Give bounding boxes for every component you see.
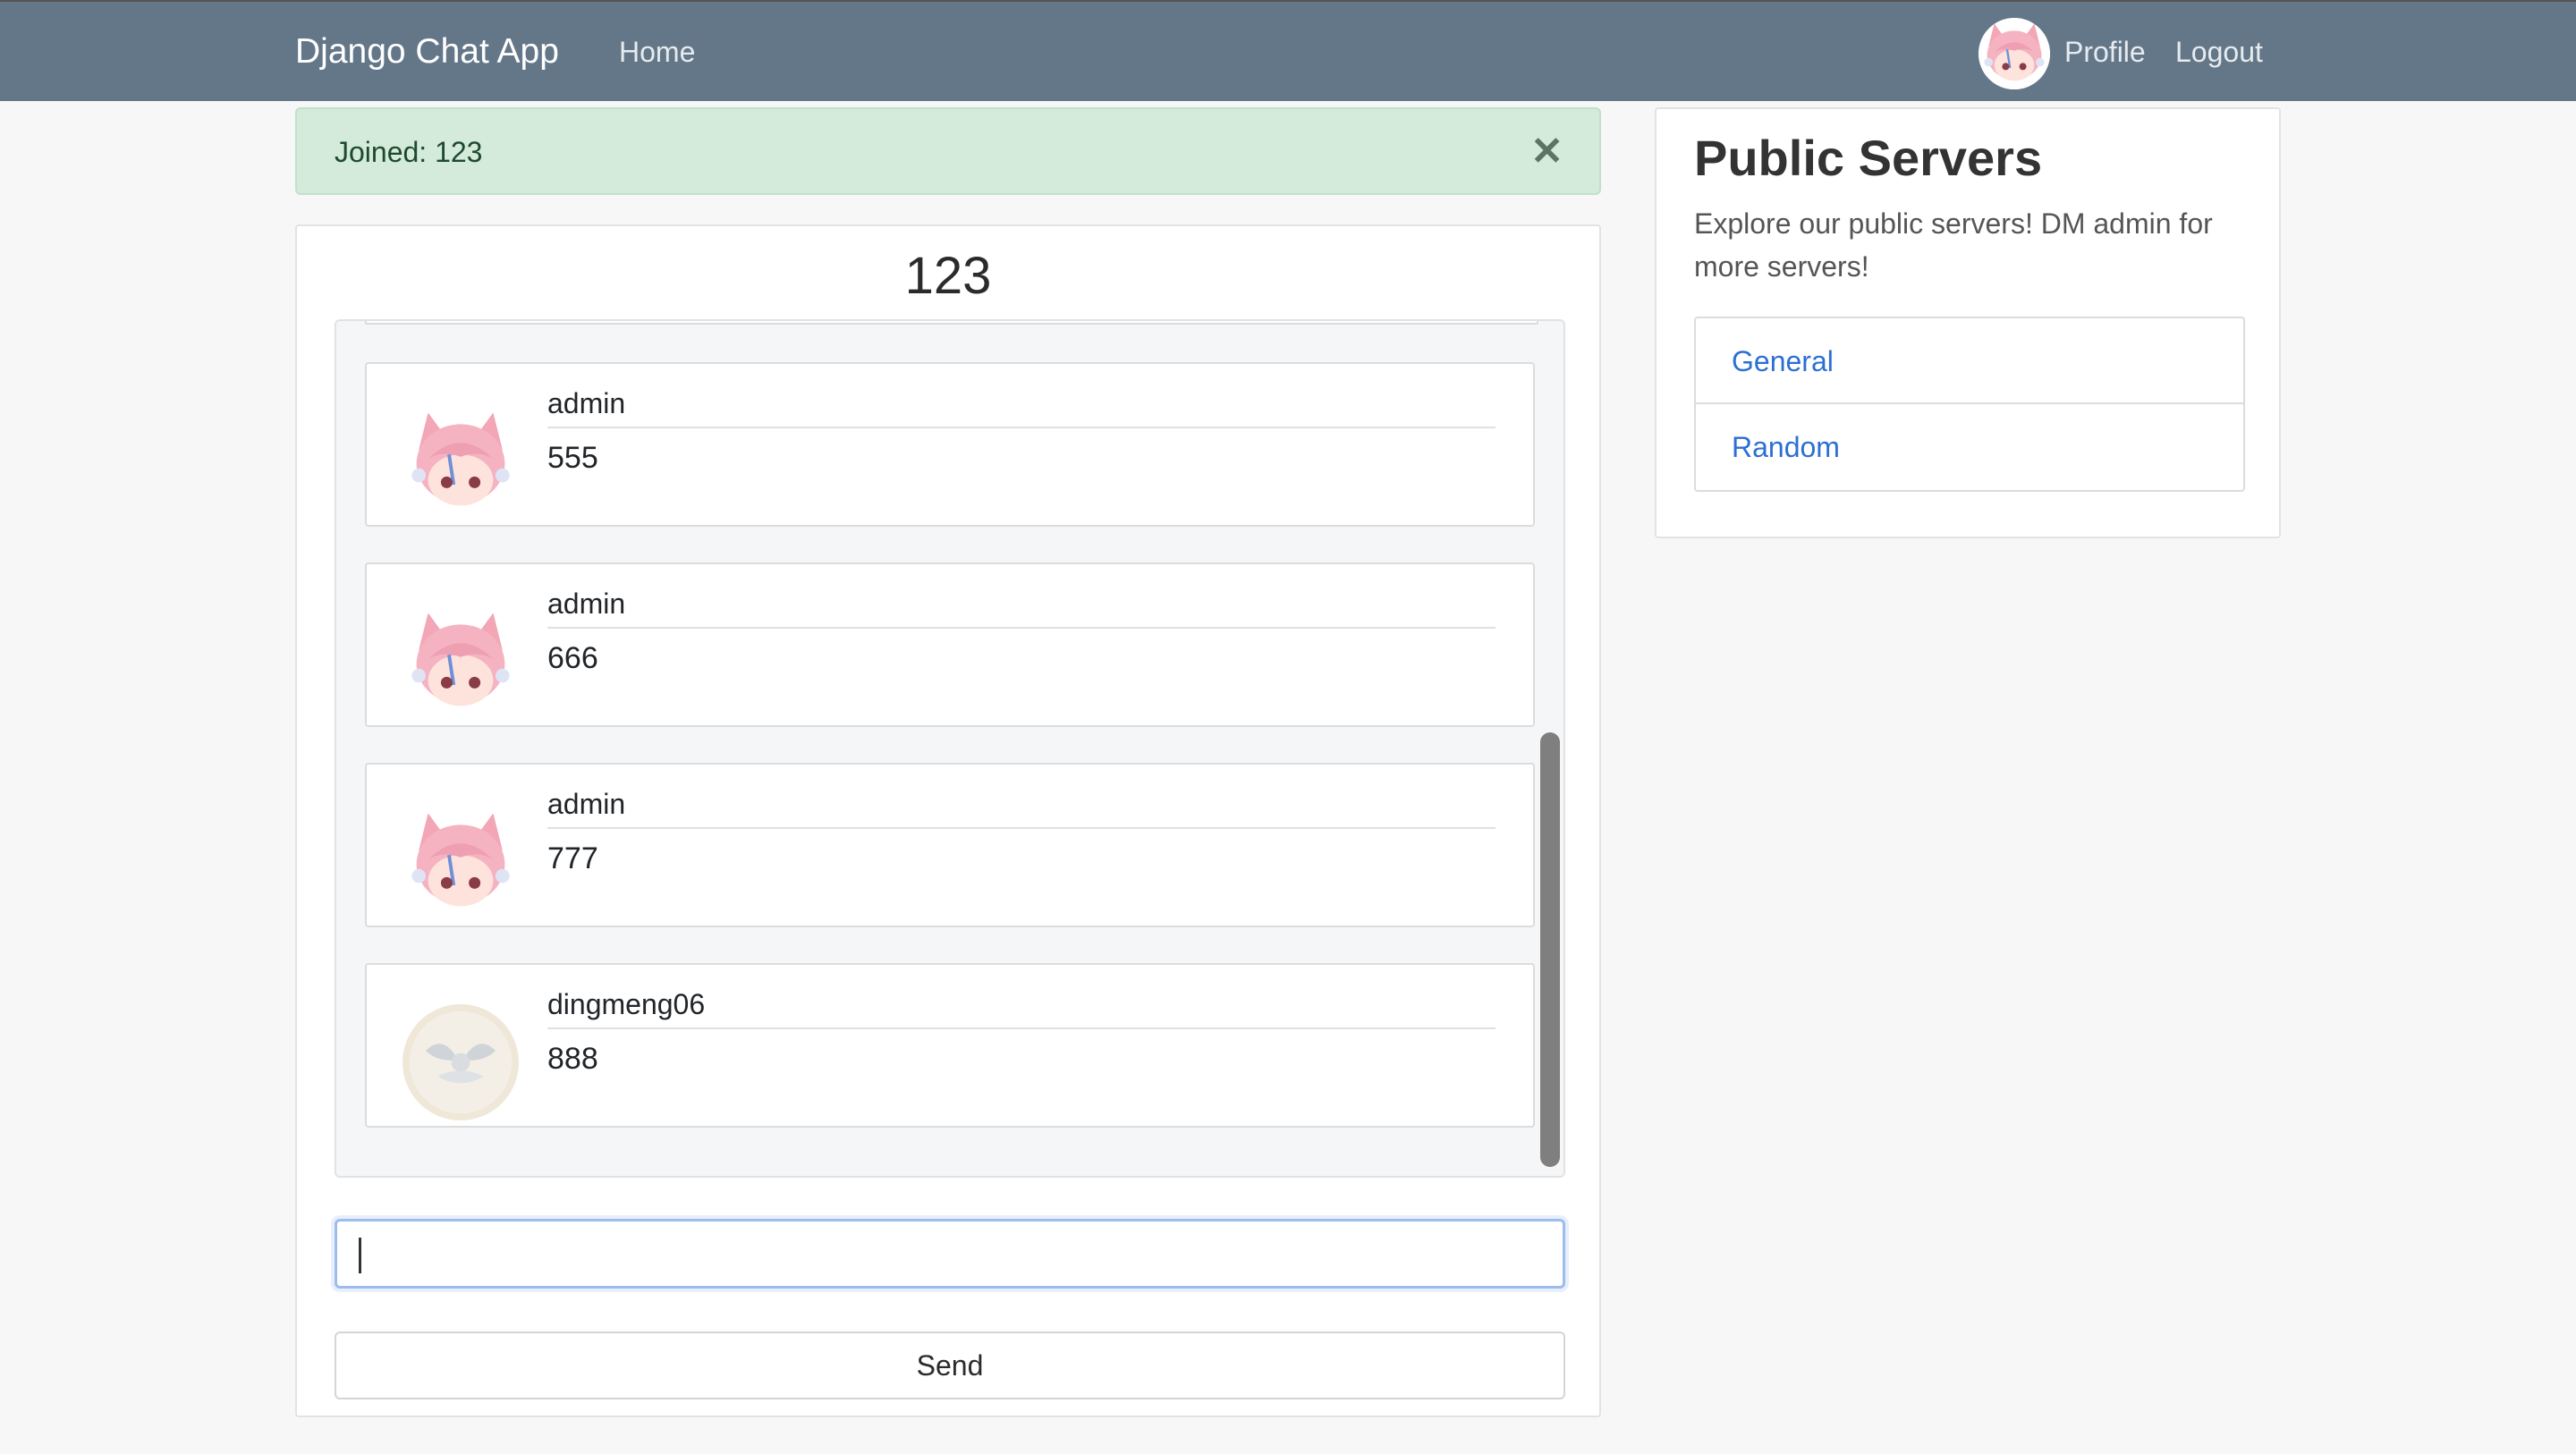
server-link[interactable]: General: [1732, 345, 1834, 378]
text-caret: [359, 1238, 361, 1273]
brand-logo[interactable]: Django Chat App: [295, 32, 559, 72]
close-icon[interactable]: ✕: [1530, 129, 1563, 174]
message-item: admin 555: [365, 362, 1535, 527]
anime-cat-girl-avatar-icon: [402, 403, 519, 520]
anime-cat-girl-avatar-icon: [402, 604, 519, 720]
user-avatar: [402, 403, 519, 520]
message-text: 666: [547, 641, 598, 675]
message-username: admin: [547, 588, 626, 620]
nav-home-link[interactable]: Home: [619, 36, 695, 69]
server-item-random[interactable]: Random: [1696, 404, 2243, 490]
divider: [547, 827, 1496, 829]
user-avatar: [402, 1004, 519, 1120]
divider: [547, 1027, 1496, 1029]
avatar[interactable]: [1979, 18, 2050, 89]
alert-message: Joined: 123: [335, 136, 483, 168]
divider: [547, 627, 1496, 629]
server-item-general[interactable]: General: [1696, 318, 2243, 404]
message-list[interactable]: admin 555 admin 666 admin 777 dingmeng06: [335, 319, 1565, 1178]
server-link[interactable]: Random: [1732, 431, 1840, 464]
servers-title: Public Servers: [1694, 130, 2043, 186]
message-input[interactable]: [335, 1219, 1565, 1289]
message-text: 777: [547, 841, 598, 875]
server-list: General Random: [1694, 317, 2245, 492]
message-item: admin 666: [365, 562, 1535, 727]
message-username: dingmeng06: [547, 988, 706, 1020]
user-avatar: [402, 604, 519, 720]
message-item: dingmeng06 888: [365, 963, 1535, 1128]
nav-logout-link[interactable]: Logout: [2175, 36, 2263, 69]
message-text: 555: [547, 441, 598, 475]
navbar: Django Chat App Home Profile Logout: [0, 0, 2576, 101]
message-item: admin 777: [365, 763, 1535, 927]
room-title: 123: [904, 247, 992, 305]
nav-profile-link[interactable]: Profile: [2064, 36, 2146, 69]
message-username: admin: [547, 788, 626, 820]
scrollbar-thumb[interactable]: [1540, 732, 1560, 1167]
public-servers-card: Public Servers Explore our public server…: [1655, 107, 2281, 538]
message-username: admin: [547, 387, 626, 419]
winged-emblem-avatar-icon: [402, 1004, 519, 1120]
message-partial: [365, 321, 1538, 325]
anime-cat-girl-avatar-icon: [402, 804, 519, 920]
user-avatar: [402, 804, 519, 920]
send-button[interactable]: Send: [335, 1331, 1565, 1399]
message-text: 888: [547, 1042, 598, 1076]
join-alert: Joined: 123 ✕: [295, 107, 1601, 195]
chat-room-card: 123 admin 555 admin 666 admin 777 dingme…: [295, 224, 1601, 1417]
servers-description: Explore our public servers! DM admin for…: [1694, 207, 2213, 283]
divider: [547, 427, 1496, 428]
anime-cat-girl-avatar-icon: [1979, 18, 2050, 89]
